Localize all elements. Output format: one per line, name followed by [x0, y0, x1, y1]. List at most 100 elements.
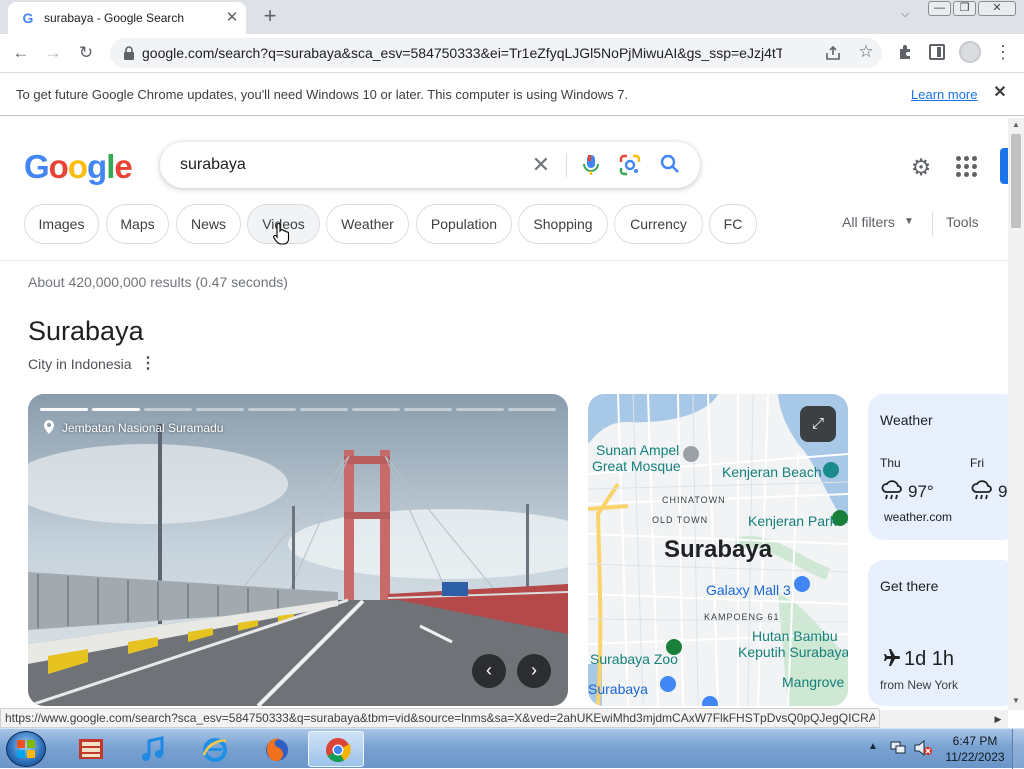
clock-time[interactable]: 6:47 PM [950, 734, 1000, 748]
scroll-down-icon[interactable]: ▼ [1008, 696, 1024, 706]
itunes-app[interactable] [124, 731, 180, 767]
chip-news[interactable]: News [176, 204, 241, 244]
bookmark-star-icon[interactable]: ☆ [856, 42, 876, 62]
side-panel-icon[interactable] [929, 44, 945, 60]
clear-search-icon[interactable]: ✕ [528, 152, 554, 178]
previous-photo-icon[interactable]: ‹ [472, 654, 506, 688]
weather-source[interactable]: weather.com [884, 510, 952, 524]
chrome-app[interactable] [308, 731, 364, 767]
map-place[interactable]: Hutan Bambu [752, 628, 838, 644]
map-place[interactable]: Kenjeran Park [748, 513, 837, 529]
url-text[interactable]: google.com/search?q=surabaya&sca_esv=584… [142, 45, 782, 61]
map-place[interactable]: Surabaya Zoo [590, 651, 678, 667]
map-place[interactable]: Galaxy Mall 3 [706, 582, 791, 598]
photo-progress-segment [40, 408, 88, 411]
horizontal-scrollbar[interactable] [880, 710, 1008, 728]
tools-button[interactable]: Tools [946, 214, 979, 230]
next-photo-icon[interactable]: › [517, 654, 551, 688]
maximize-icon[interactable]: ❐ [953, 1, 976, 16]
chip-fc[interactable]: FC [709, 204, 757, 244]
map-place[interactable]: Surabaya [588, 681, 648, 697]
show-hidden-icons-icon[interactable]: ▲ [868, 741, 878, 752]
browser-tab[interactable]: G surabaya - Google Search ✕ [8, 2, 246, 34]
photo-progress-segment [508, 408, 556, 411]
more-options-icon[interactable]: ⋮ [140, 355, 156, 373]
search-box[interactable]: surabaya ✕ [160, 142, 700, 188]
all-filters-button[interactable]: All filters [842, 214, 895, 230]
map-place[interactable]: Sunan Ampel [596, 442, 679, 458]
chip-population[interactable]: Population [416, 204, 512, 244]
chip-maps[interactable]: Maps [106, 204, 169, 244]
map-place[interactable]: Keputih Surabaya [738, 644, 848, 660]
scroll-right-icon[interactable]: ▶ [990, 710, 1006, 728]
travel-origin: from New York [880, 678, 959, 692]
start-button[interactable] [6, 731, 46, 767]
back-icon[interactable]: ← [8, 40, 34, 66]
map-card[interactable]: ⤢ Sunan Ampel Great Mosque Kenjeran Beac… [588, 394, 848, 706]
expand-map-icon[interactable]: ⤢ [800, 406, 836, 442]
scroll-up-icon[interactable]: ▲ [1008, 120, 1024, 130]
menu-icon[interactable]: ⋮ [994, 42, 1012, 62]
get-there-title: Get there [880, 578, 939, 594]
learn-more-link[interactable]: Learn more [911, 87, 977, 102]
google-apps-icon[interactable] [956, 156, 978, 178]
windows-logo-icon [17, 740, 35, 758]
microphone-icon[interactable] [580, 153, 602, 177]
infobar-message: To get future Google Chrome updates, you… [16, 87, 629, 102]
close-icon[interactable]: ✕ [978, 1, 1016, 16]
reload-icon[interactable]: ↻ [73, 40, 99, 66]
airplane-icon [880, 648, 900, 668]
file-manager-app[interactable] [62, 731, 118, 767]
tab-strip: G surabaya - Google Search ✕ + ⌵ — ❐ ✕ [0, 0, 1024, 34]
show-desktop-button[interactable] [1012, 729, 1024, 769]
minimize-icon[interactable]: — [928, 1, 951, 16]
map-district: OLD TOWN [652, 515, 709, 525]
new-tab-icon[interactable]: + [258, 5, 282, 29]
scroll-thumb[interactable] [1011, 134, 1021, 228]
vertical-scrollbar[interactable]: ▲ ▼ [1008, 118, 1024, 710]
lock-icon[interactable] [122, 45, 136, 61]
entity-subtitle: City in Indonesia [28, 356, 132, 372]
photo-progress-segment [92, 408, 140, 411]
photo-carousel[interactable]: Jembatan Nasional Suramadu ‹ › [28, 394, 568, 706]
map-place[interactable]: Kenjeran Beach [722, 464, 822, 480]
search-divider [566, 153, 567, 177]
map-place[interactable]: Mangrove [782, 674, 844, 690]
internet-explorer-app[interactable] [186, 731, 242, 767]
share-icon[interactable] [824, 44, 842, 62]
firefox-app[interactable] [248, 731, 304, 767]
volume-muted-icon[interactable] [914, 739, 932, 757]
map-place[interactable]: Great Mosque [592, 458, 681, 474]
chip-images[interactable]: Images [24, 204, 99, 244]
dropdown-caret-icon[interactable]: ▼ [904, 216, 914, 227]
search-icon[interactable] [658, 152, 682, 176]
photo-progress-segment [456, 408, 504, 411]
address-bar[interactable]: google.com/search?q=surabaya&sca_esv=584… [110, 38, 882, 68]
chip-shopping[interactable]: Shopping [518, 204, 608, 244]
weather-day: Thu [880, 456, 901, 470]
chip-currency[interactable]: Currency [614, 204, 703, 244]
settings-gear-icon[interactable]: ⚙ [908, 154, 934, 180]
clock-date[interactable]: 11/22/2023 [944, 750, 1006, 764]
photo-progress-segment [196, 408, 244, 411]
logo-letter: o [67, 148, 88, 185]
get-there-card[interactable]: Get there 1d 1h from New York [868, 560, 1008, 706]
extensions-icon[interactable] [896, 42, 916, 62]
map-city-label: Surabaya [664, 536, 773, 563]
google-lens-icon[interactable] [618, 153, 642, 177]
weather-card[interactable]: Weather Thu 97° Fri 9 weather.com [868, 394, 1008, 540]
chip-weather[interactable]: Weather [326, 204, 409, 244]
network-icon[interactable] [890, 741, 906, 755]
tab-close-icon[interactable]: ✕ [222, 8, 242, 28]
tab-search-icon[interactable]: ⌵ [896, 8, 914, 26]
search-input[interactable]: surabaya [180, 156, 246, 174]
forward-icon[interactable]: → [40, 40, 66, 66]
firefox-icon [264, 735, 290, 763]
entity-title: Surabaya [28, 316, 144, 346]
google-logo[interactable]: Google [24, 148, 133, 186]
profile-avatar[interactable] [959, 41, 981, 63]
sign-in-button[interactable] [1000, 148, 1008, 184]
infobar-close-icon[interactable]: ✕ [990, 83, 1010, 103]
page-content: Google surabaya ✕ ⚙ Images Maps News Vid… [0, 118, 1008, 710]
photo-caption[interactable]: Jembatan Nasional Suramadu [62, 421, 223, 435]
